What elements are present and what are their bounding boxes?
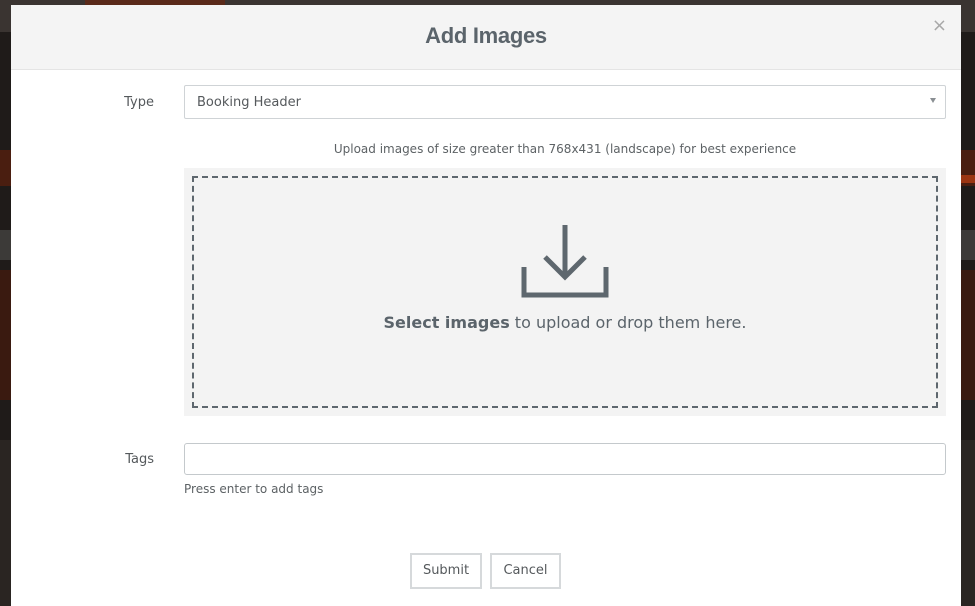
type-label: Type — [124, 95, 154, 110]
dropzone-instructions: to upload or drop them here. — [509, 313, 747, 332]
select-images-link[interactable]: Select images — [384, 313, 510, 332]
cancel-button[interactable]: Cancel — [490, 553, 561, 589]
tags-help-text: Press enter to add tags — [184, 482, 324, 496]
dropzone-text: Select images to upload or drop them her… — [194, 313, 936, 332]
type-select[interactable]: Booking Header — [184, 85, 946, 119]
caret-down-icon — [930, 98, 936, 103]
upload-size-hint: Upload images of size greater than 768x4… — [333, 142, 797, 156]
download-icon — [521, 225, 609, 298]
modal-title: Add Images — [425, 23, 547, 48]
tags-label: Tags — [125, 452, 154, 467]
close-icon[interactable]: × — [932, 17, 947, 35]
tags-input[interactable] — [184, 443, 946, 475]
background-accent — [960, 175, 975, 183]
type-select-value: Booking Header — [197, 95, 301, 110]
submit-button[interactable]: Submit — [410, 553, 482, 589]
image-dropzone[interactable]: Select images to upload or drop them her… — [192, 176, 938, 408]
dropzone-container: Select images to upload or drop them her… — [184, 168, 946, 416]
add-images-modal: Add Images × Type Booking Header Upload … — [11, 5, 961, 606]
modal-header: Add Images × — [11, 5, 961, 70]
